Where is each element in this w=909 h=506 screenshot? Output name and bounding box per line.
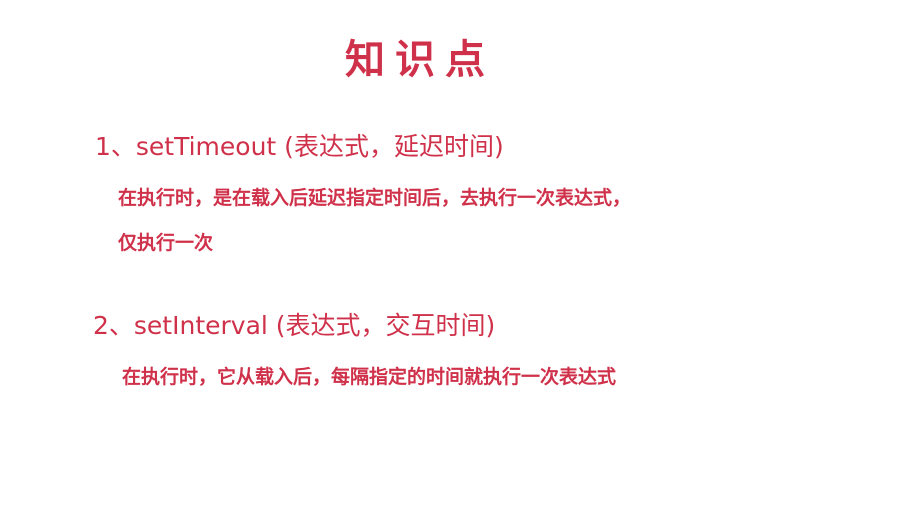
slide-title: 知识点 xyxy=(345,37,495,83)
item-1-description-line-1: 在执行时，是在载入后延迟指定时间后，去执行一次表达式， xyxy=(118,187,632,209)
item-2-heading: 2、setInterval (表达式，交互时间) xyxy=(93,311,496,340)
item-1-heading: 1、setTimeout (表达式，延迟时间) xyxy=(95,132,504,161)
item-2-description-line-1: 在执行时，它从载入后，每隔指定的时间就执行一次表达式 xyxy=(122,366,617,388)
item-1-description-line-2: 仅执行一次 xyxy=(118,232,214,254)
